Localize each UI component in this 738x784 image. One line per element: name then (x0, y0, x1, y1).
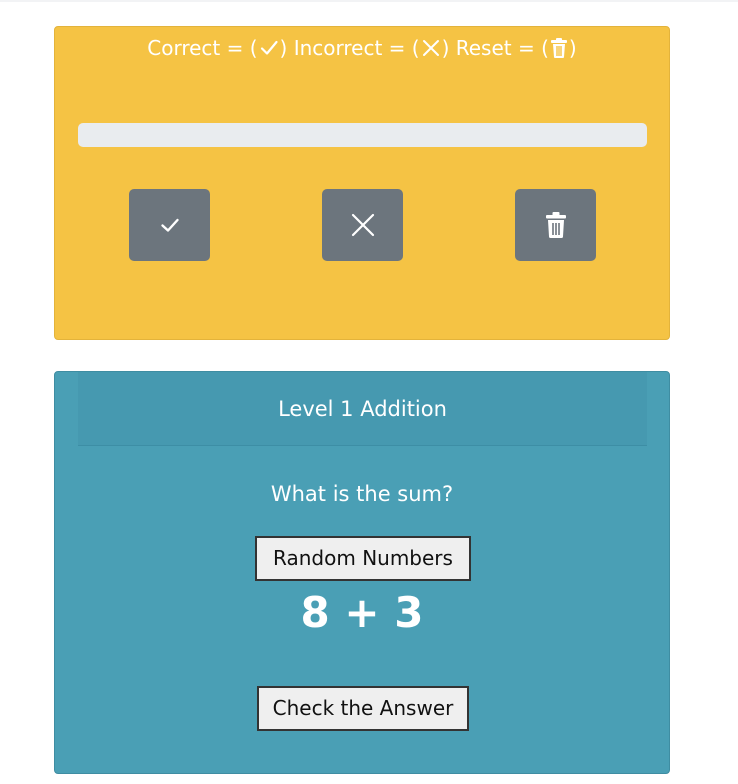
score-progress-bar (78, 123, 647, 147)
correct-button[interactable] (129, 189, 210, 261)
check-legend-icon (260, 40, 278, 55)
check-answer-button[interactable]: Check the Answer (257, 686, 469, 731)
question-text: What is the sum? (270, 482, 454, 506)
trash-icon (545, 212, 566, 238)
check-icon (160, 218, 179, 232)
legend-incorrect-text: ) Incorrect = ( (279, 36, 420, 60)
legend: Correct = ( ) Incorrect = ( ) Reset = () (55, 34, 669, 62)
quiz-card-header: Level 1 Addition (78, 372, 647, 446)
incorrect-button[interactable] (322, 189, 403, 261)
x-icon (351, 213, 374, 237)
reset-button[interactable] (515, 189, 596, 261)
operand-a: 8 (300, 588, 330, 637)
x-legend-icon (422, 40, 439, 56)
legend-close-paren: ) (568, 36, 577, 60)
controls-card: Correct = ( ) Incorrect = ( ) Reset = () (54, 26, 670, 340)
legend-reset-text: ) Reset = ( (441, 36, 549, 60)
operand-b: 3 (394, 588, 424, 637)
legend-correct-text: Correct = ( (147, 36, 258, 60)
trash-legend-icon (550, 38, 567, 58)
quiz-card: Level 1 Addition What is the sum? Random… (54, 371, 670, 774)
random-numbers-button[interactable]: Random Numbers (255, 536, 471, 581)
operator: + (329, 588, 395, 637)
top-divider (0, 0, 738, 2)
equation: 8 + 3 (55, 584, 669, 642)
